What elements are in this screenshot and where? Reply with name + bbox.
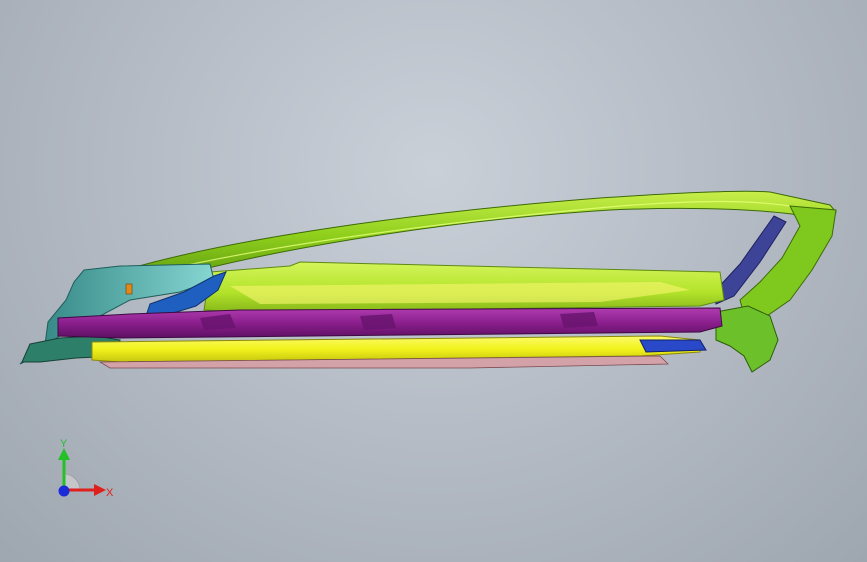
side-frame-model[interactable]	[0, 0, 867, 562]
x-axis-label: X	[106, 487, 114, 499]
graphics-viewport[interactable]: Y X	[0, 0, 867, 562]
front-clip[interactable]	[125, 283, 133, 295]
sill-blue-tip[interactable]	[639, 339, 707, 353]
rear-bracket[interactable]	[715, 305, 779, 373]
x-axis-arrow	[94, 484, 106, 496]
z-axis-dot	[58, 485, 70, 497]
coordinate-triad: Y X	[58, 438, 114, 499]
y-axis-label: Y	[60, 438, 68, 450]
